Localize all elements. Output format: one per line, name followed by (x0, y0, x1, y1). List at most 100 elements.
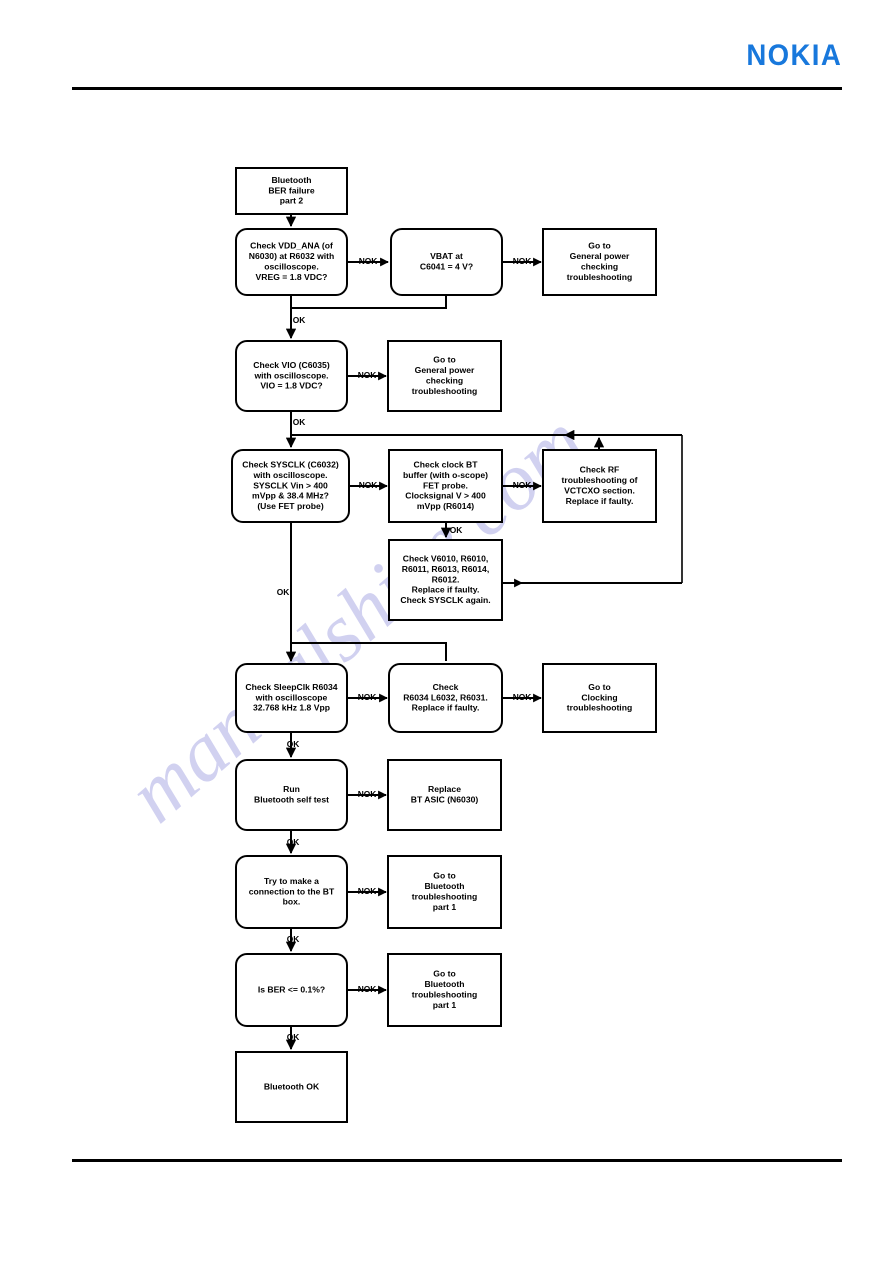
node-text-line: troubleshooting (567, 272, 632, 282)
edge-label-nok-1: NOK (513, 256, 532, 266)
node-text-line: with oscilloscope (255, 692, 328, 702)
flow-node-sleepclk: Check SleepClk R6034with oscilloscope32.… (235, 663, 348, 733)
edge-label-ok-7: OK (450, 525, 463, 535)
node-text-line: Clocking (581, 692, 617, 702)
node-text-line: troubleshooting (412, 891, 477, 901)
edge-label-ok-15: OK (287, 934, 300, 944)
node-text-line: Check V6010, R6010, (403, 553, 489, 563)
node-text-line: mVpp (R6014) (417, 501, 474, 511)
node-text-line: Go to (433, 871, 455, 881)
node-text-line: oscilloscope. (264, 261, 318, 271)
node-text-line: box. (283, 897, 301, 907)
flow-node-btok: Bluetooth OK (235, 1051, 348, 1123)
flow-node-connect: Try to make aconnection to the BTbox. (235, 855, 348, 929)
flow-node-checkrf: Check RFtroubleshooting ofVCTCXO section… (542, 449, 657, 523)
node-text-line: checking (426, 375, 463, 385)
node-text-line: troubleshooting (412, 989, 477, 999)
edge-label-nok-14: NOK (358, 886, 377, 896)
edge-label-nok-9: NOK (358, 692, 377, 702)
edge-label-ok-11: OK (287, 739, 300, 749)
node-text-line: N6030) at R6032 with (249, 251, 335, 261)
node-text-line: Replace if faulty. (412, 703, 480, 713)
node-text-line: troubleshooting (567, 703, 632, 713)
node-text-line: part 1 (433, 1000, 457, 1010)
node-text-line: buffer (with o-scope) (403, 470, 488, 480)
node-text-line: VCTCXO section. (564, 485, 635, 495)
node-text-line: Go to (588, 682, 610, 692)
node-text-line: R6012. (432, 574, 460, 584)
node-text-line: Bluetooth (424, 979, 464, 989)
flow-node-v6010: Check V6010, R6010,R6011, R6013, R6014,R… (388, 539, 503, 621)
node-text-line: Go to (433, 355, 455, 365)
edge-label-nok-12: NOK (358, 789, 377, 799)
node-text-line: Go to (433, 969, 455, 979)
document-page: manualshive.com NOKIA Bluetooth BER fail… (0, 0, 893, 1263)
edge-label-ok-13: OK (287, 837, 300, 847)
node-text-line: VIO = 1.8 VDC? (260, 381, 322, 391)
node-text-line: Bluetooth self test (254, 794, 329, 804)
flow-node-sysclk: Check SYSCLK (C6032)with oscilloscope.SY… (231, 449, 350, 523)
flow-node-clockbt: Check clock BTbuffer (with o-scope)FET p… (388, 449, 503, 523)
flow-node-genpwr1: Go toGeneral powercheckingtroubleshootin… (542, 228, 657, 296)
node-text-line: with oscilloscope. (252, 470, 327, 480)
flow-node-bt1a: Go toBluetoothtroubleshootingpart 1 (387, 855, 502, 929)
node-text-line: Check SleepClk R6034 (245, 682, 337, 692)
node-text-line: BT ASIC (N6030) (411, 794, 479, 804)
flow-node-selftest: RunBluetooth self test (235, 759, 348, 831)
edge-label-ok-2: OK (293, 315, 306, 325)
bluetooth-ber-flowchart: BluetoothBER failurepart 2Check VDD_ANA … (231, 167, 683, 1123)
node-text-line: Replace if faulty. (566, 496, 634, 506)
node-text-line: Bluetooth (424, 881, 464, 891)
flow-node-vbat: VBAT atC6041 = 4 V? (390, 228, 503, 296)
flow-node-start: BluetoothBER failurepart 2 (235, 167, 348, 215)
node-text-line: Bluetooth OK (264, 1081, 320, 1091)
flow-node-genpwr2: Go toGeneral powercheckingtroubleshootin… (387, 340, 502, 412)
edge-label-ok-17: OK (287, 1032, 300, 1042)
flow-node-vdd_ana: Check VDD_ANA (ofN6030) at R6032 withosc… (235, 228, 348, 296)
node-text-line: with oscilloscope. (253, 370, 328, 380)
edge-label-nok-5: NOK (359, 480, 378, 490)
node-text-line: part 2 (280, 196, 304, 206)
node-text-line: Run (283, 784, 300, 794)
node-text-line: Check VIO (C6035) (253, 360, 330, 370)
node-text-line: Clocksignal V > 400 (405, 491, 486, 501)
edge-label-nok-6: NOK (513, 480, 532, 490)
node-text-line: Is BER <= 0.1%? (258, 984, 325, 994)
node-text-line: FET probe. (423, 480, 468, 490)
node-text-line: Check (433, 682, 459, 692)
node-text-line: 32.768 kHz 1.8 Vpp (253, 703, 330, 713)
node-text-line: troubleshooting of (562, 475, 638, 485)
node-text-line: Go to (588, 241, 610, 251)
node-text-line: Replace if faulty. (412, 585, 480, 595)
node-text-line: troubleshooting (412, 386, 477, 396)
flow-node-bt1b: Go toBluetoothtroubleshootingpart 1 (387, 953, 502, 1027)
flow-node-vio: Check VIO (C6035)with oscilloscope.VIO =… (235, 340, 348, 412)
flow-nodes: BluetoothBER failurepart 2Check VDD_ANA … (231, 167, 657, 1123)
node-text-line: (Use FET probe) (257, 501, 324, 511)
node-text-line: C6041 = 4 V? (420, 261, 473, 271)
node-text-line: part 1 (433, 902, 457, 912)
node-text-line: Replace (428, 784, 461, 794)
node-text-line: Try to make a (264, 876, 319, 886)
node-text-line: Check RF (580, 465, 620, 475)
flow-node-check6034: CheckR6034 L6032, R6031.Replace if fault… (388, 663, 503, 733)
node-text-line: General power (570, 251, 630, 261)
edge-label-nok-16: NOK (358, 984, 377, 994)
edge-label-ok-8: OK (277, 587, 290, 597)
node-text-line: Check VDD_ANA (of (250, 241, 333, 251)
node-text-line: Check clock BT (414, 459, 479, 469)
edge-label-ok-4: OK (293, 417, 306, 427)
node-text-line: mVpp & 38.4 MHz? (252, 491, 329, 501)
edge-label-nok-10: NOK (513, 692, 532, 702)
node-text-line: General power (415, 365, 475, 375)
node-text-line: Bluetooth (271, 175, 311, 185)
edge-label-nok-0: NOK (359, 256, 378, 266)
node-text-line: BER failure (268, 185, 315, 195)
flow-node-replaceasic: ReplaceBT ASIC (N6030) (387, 759, 502, 831)
node-text-line: checking (581, 261, 618, 271)
node-text-line: VBAT at (430, 251, 463, 261)
node-text-line: Check SYSCLK again. (400, 595, 490, 605)
node-text-line: SYSCLK Vin > 400 (253, 480, 328, 490)
edge-label-nok-3: NOK (358, 370, 377, 380)
flow-node-isber: Is BER <= 0.1%? (235, 953, 348, 1027)
